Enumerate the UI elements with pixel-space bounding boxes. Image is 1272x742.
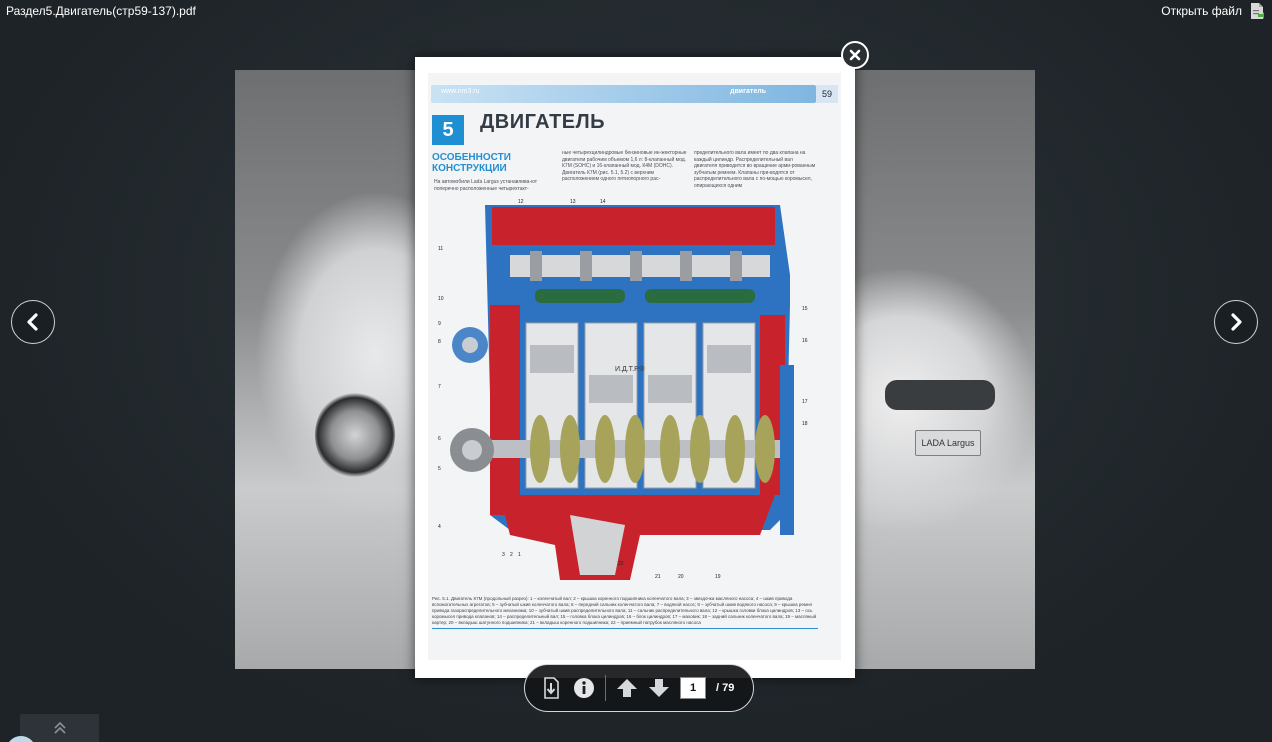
callout-6: 6: [438, 436, 441, 442]
double-chevron-up-icon: [53, 721, 66, 734]
diagram-watermark: И.Д.Т.Р.®: [615, 365, 645, 373]
callout-16: 16: [802, 338, 808, 344]
text-column-1: На автомобили Lada Largus устанавлива-ют…: [434, 179, 538, 192]
expand-panel-button[interactable]: [20, 714, 99, 742]
chapter-number: 5: [432, 115, 464, 145]
callout-13: 13: [570, 199, 576, 205]
next-page-button[interactable]: [648, 677, 670, 699]
arrow-down-icon: [649, 679, 669, 697]
callout-18: 18: [802, 421, 808, 427]
page-total: / 79: [716, 682, 735, 694]
close-icon: [849, 49, 861, 61]
callout-20: 20: [678, 574, 684, 580]
callout-3: 3: [502, 552, 505, 558]
download-button[interactable]: [541, 677, 563, 699]
page-preview: www.rim3.ru двигатель 59 5 ДВИГАТЕЛЬ ОСО…: [415, 57, 855, 678]
toolbar-separator: [605, 675, 606, 701]
callout-12: 12: [518, 199, 524, 205]
page-scan: www.rim3.ru двигатель 59 5 ДВИГАТЕЛЬ ОСО…: [428, 73, 841, 660]
subtitle-line-2: КОНСТРУКЦИИ: [432, 163, 507, 174]
callout-10: 10: [438, 296, 444, 302]
car-plate: LADA Largus: [915, 430, 981, 456]
info-button[interactable]: [573, 677, 595, 699]
close-button[interactable]: [841, 41, 869, 69]
text-column-2: ные четырехцилиндровые бензиновые ин-жек…: [562, 150, 687, 182]
callout-15: 15: [802, 306, 808, 312]
callout-19: 19: [715, 574, 721, 580]
info-icon: [574, 678, 594, 698]
engine-cross-section-diagram: И.Д.Т.Р.® 1 2 3 4 5 6 7 8 9 10 11 12 13 …: [438, 199, 808, 580]
text-column-3: пределительного вала имеет по два клапан…: [694, 150, 816, 189]
callout-4: 4: [438, 524, 441, 530]
callout-17: 17: [802, 399, 808, 405]
page-number-input[interactable]: [680, 677, 706, 699]
callout-22: 22: [618, 561, 624, 567]
chapter-title: ДВИГАТЕЛЬ: [480, 111, 606, 133]
callout-9: 9: [438, 321, 441, 327]
chevron-left-icon: [27, 313, 38, 331]
next-button[interactable]: [1214, 300, 1258, 344]
callout-8: 8: [438, 339, 441, 345]
car-wheel: [315, 390, 395, 480]
site-url: www.rim3.ru: [441, 88, 480, 95]
callout-5: 5: [438, 466, 441, 472]
open-file-button[interactable]: Открыть файл: [1161, 3, 1266, 19]
chevron-right-icon: [1231, 313, 1242, 331]
car-grille: [885, 380, 995, 410]
callout-11: 11: [438, 246, 443, 252]
page-number: 59: [816, 85, 838, 103]
figure-caption: Рис. 5.1. Двигатель К7М (продольный разр…: [432, 596, 818, 629]
previous-button[interactable]: [11, 300, 55, 344]
document-viewer: Раздел5.Двигатель(стр59-137).pdf Открыть…: [0, 0, 1272, 742]
callout-7: 7: [438, 384, 441, 390]
callout-1: 1: [518, 552, 521, 558]
callout-21: 21: [655, 574, 661, 580]
file-name: Раздел5.Двигатель(стр59-137).pdf: [6, 4, 196, 18]
callout-2: 2: [510, 552, 513, 558]
previous-page-button[interactable]: [616, 677, 638, 699]
callout-14: 14: [600, 199, 606, 205]
open-file-label: Открыть файл: [1161, 4, 1242, 18]
arrow-up-icon: [617, 679, 637, 697]
download-icon: [544, 677, 559, 699]
subtitle-line-1: ОСОБЕННОСТИ: [432, 152, 511, 163]
page-header-bar: www.rim3.ru двигатель: [431, 85, 816, 103]
page-toolbar: / 79: [524, 664, 754, 712]
section-label: двигатель: [730, 88, 766, 95]
file-export-icon: [1250, 3, 1266, 19]
section-subtitle: ОСОБЕННОСТИ КОНСТРУКЦИИ: [432, 152, 532, 174]
